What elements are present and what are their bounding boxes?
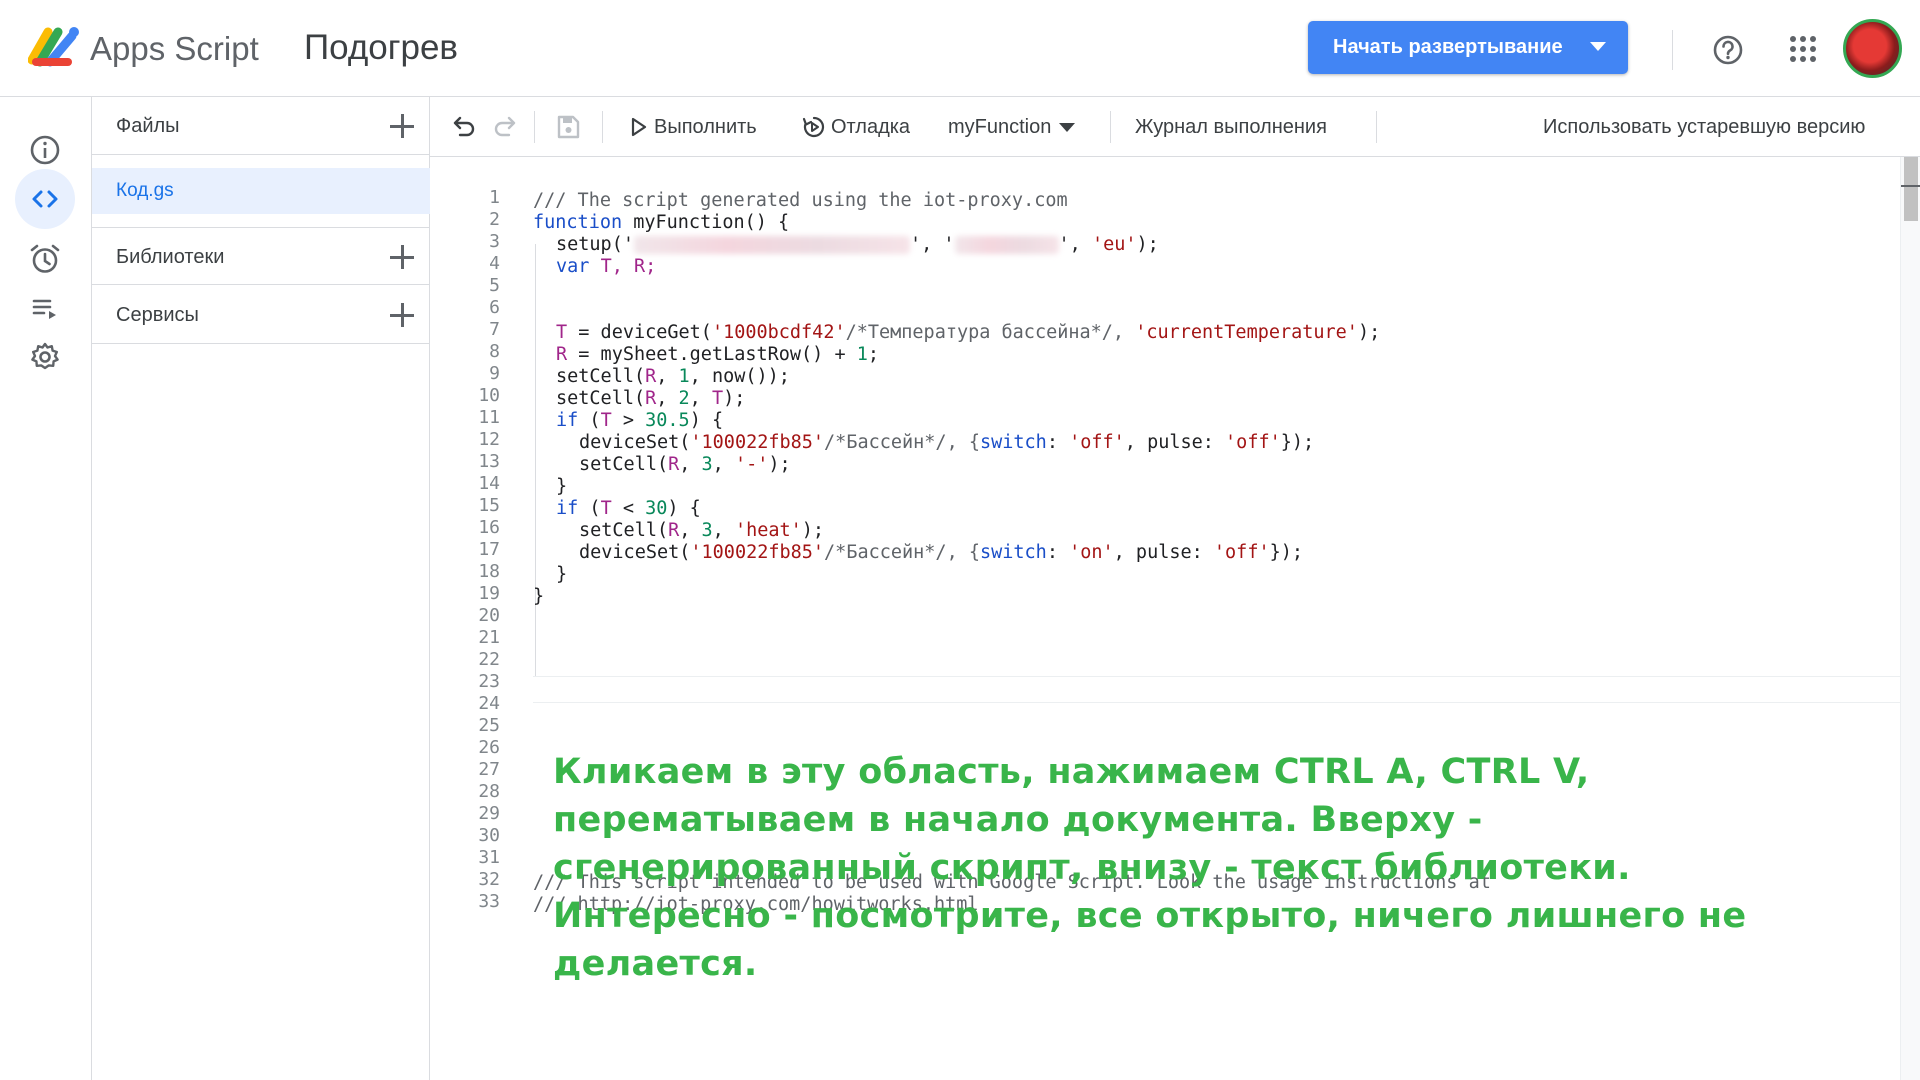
code-line: deviceSet('100022fb85'/*Бассейн*/, {swit…	[579, 542, 1304, 563]
line-number: 3	[489, 231, 500, 252]
line-number: 5	[489, 275, 500, 296]
line-number: 18	[478, 561, 500, 582]
debug-icon	[802, 116, 825, 138]
code-line: var T, R;	[556, 256, 657, 277]
line-number: 23	[478, 671, 500, 692]
deploy-button-label: Начать развертывание	[1333, 36, 1563, 58]
google-apps-grid-icon[interactable]	[1788, 34, 1818, 64]
line-number: 24	[478, 693, 500, 714]
undo-icon[interactable]	[450, 113, 478, 141]
indent-guide	[535, 244, 536, 676]
line-number: 10	[478, 385, 500, 406]
libraries-label: Библиотеки	[116, 246, 225, 268]
info-icon	[30, 135, 60, 165]
add-library-icon[interactable]	[388, 243, 416, 271]
editor-scrollbar[interactable]	[1900, 157, 1920, 1080]
execution-log-button[interactable]: Журнал выполнения	[1135, 111, 1327, 143]
line-number: 8	[489, 341, 500, 362]
instruction-annotation: Кликаем в эту область, нажимаем CTRL A, …	[553, 752, 1747, 984]
line-number: 26	[478, 737, 500, 758]
top-bar: Apps Script Подогрев Начать развертывани…	[0, 0, 1920, 97]
line-number: 17	[478, 539, 500, 560]
run-label: Выполнить	[654, 115, 757, 138]
line-number: 15	[478, 495, 500, 516]
add-file-icon[interactable]	[388, 112, 416, 140]
debug-label: Отладка	[831, 115, 911, 138]
scrollbar-thumb[interactable]	[1904, 157, 1918, 221]
libraries-section-header: Библиотеки	[92, 227, 430, 285]
help-icon[interactable]	[1712, 34, 1744, 66]
app-name[interactable]: Apps Script	[90, 30, 259, 68]
code-line: setCell(R, 3, '-');	[579, 454, 791, 475]
toolbar-divider	[602, 111, 603, 143]
line-number: 2	[489, 209, 500, 230]
apps-script-logo-icon[interactable]	[28, 24, 82, 68]
line-number: 29	[478, 803, 500, 824]
project-title[interactable]: Подогрев	[304, 28, 458, 68]
services-section-header: Сервисы	[92, 286, 430, 344]
current-line-highlight	[533, 676, 1918, 703]
line-number: 33	[478, 891, 500, 912]
file-item-code-gs[interactable]: Код.gs	[92, 168, 430, 214]
line-number: 13	[478, 451, 500, 472]
add-service-icon[interactable]	[388, 301, 416, 329]
deploy-button[interactable]: Начать развертывание	[1308, 21, 1628, 74]
function-selector[interactable]: myFunction	[948, 111, 1076, 143]
line-number: 16	[478, 517, 500, 538]
editor-toolbar: Выполнить Отладка myFunction Журнал выпо…	[430, 97, 1920, 157]
run-button[interactable]: Выполнить	[630, 111, 757, 143]
toolbar-divider	[1376, 111, 1377, 143]
line-number: 12	[478, 429, 500, 450]
line-number: 32	[478, 869, 500, 890]
toolbar-divider	[534, 111, 535, 143]
line-number: 28	[478, 781, 500, 802]
line-number: 14	[478, 473, 500, 494]
files-label: Файлы	[116, 115, 180, 137]
executions-list-icon	[32, 299, 56, 319]
line-number: 31	[478, 847, 500, 868]
files-panel: Файлы Код.gs Библиотеки Сервисы	[92, 97, 430, 1080]
scrollbar-marker	[1901, 185, 1920, 187]
line-number: 19	[478, 583, 500, 604]
play-icon	[631, 117, 647, 137]
top-divider	[1672, 30, 1673, 70]
line-number: 1	[489, 187, 500, 208]
line-number: 11	[478, 407, 500, 428]
code-line: }	[533, 586, 545, 607]
code-line: }	[556, 564, 568, 585]
file-name: Код.gs	[116, 180, 174, 201]
line-number: 25	[478, 715, 500, 736]
account-avatar[interactable]	[1843, 19, 1902, 78]
debug-button[interactable]: Отладка	[802, 111, 910, 143]
line-number: 9	[489, 363, 500, 384]
chevron-down-icon	[1059, 122, 1076, 132]
alarm-clock-icon	[30, 244, 60, 273]
redo-icon[interactable]	[491, 113, 519, 141]
rail-settings-button[interactable]	[15, 327, 75, 387]
save-icon[interactable]	[554, 113, 582, 141]
line-number: 22	[478, 649, 500, 670]
legacy-editor-button[interactable]: Использовать устаревшую версию	[1543, 111, 1865, 143]
line-number: 27	[478, 759, 500, 780]
left-navigation-rail	[0, 97, 92, 1080]
gear-icon	[31, 342, 59, 370]
line-number: 6	[489, 297, 500, 318]
line-number: 7	[489, 319, 500, 340]
files-section-header: Файлы	[92, 97, 430, 155]
function-name: myFunction	[948, 115, 1052, 138]
code-editor[interactable]: 1 2 3 4 5 6 7 8 9 10 11 12 13 14 15 16 17 18 19 20 21 22 23 24 2…	[430, 157, 1920, 1080]
rail-editor-button[interactable]	[15, 169, 75, 229]
code-icon	[32, 190, 58, 208]
services-label: Сервисы	[116, 304, 199, 326]
deploy-dropdown-caret-icon[interactable]	[1590, 42, 1606, 51]
redacted-token	[633, 236, 910, 254]
line-number: 21	[478, 627, 500, 648]
toolbar-divider	[1110, 111, 1111, 143]
line-number: 4	[489, 253, 500, 274]
line-number: 30	[478, 825, 500, 846]
line-number: 20	[478, 605, 500, 626]
legacy-editor-label: Использовать устаревшую версию	[1543, 115, 1866, 138]
execution-log-label: Журнал выполнения	[1135, 115, 1327, 138]
redacted-token	[954, 236, 1059, 254]
